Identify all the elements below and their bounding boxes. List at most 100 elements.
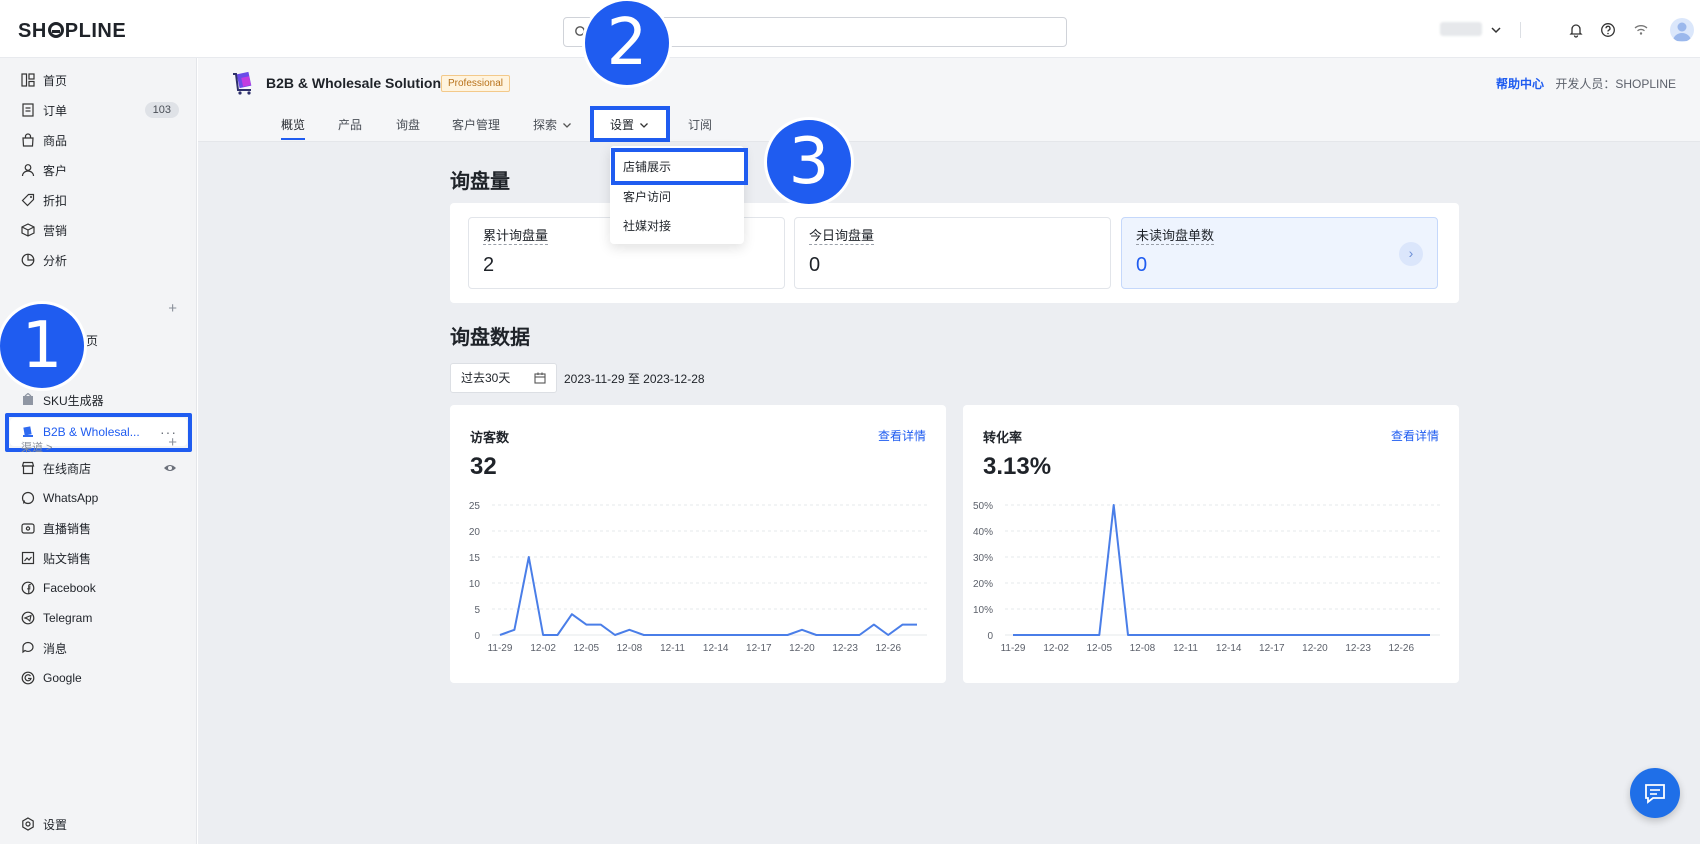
x-tick-label: 12-20 bbox=[1302, 643, 1328, 654]
stat-card-unread[interactable]: 未读询盘单数 0 › bbox=[1121, 217, 1438, 289]
tab-overview[interactable]: 概览 bbox=[281, 116, 305, 133]
sidebar-item-sku-generator[interactable]: SKU生成器 bbox=[0, 386, 197, 414]
main-content: B2B & Wholesale Solution Professional 帮助… bbox=[198, 58, 1700, 844]
x-tick-label: 12-02 bbox=[530, 643, 556, 654]
chevron-down-icon bbox=[640, 123, 648, 128]
sidebar-item-discounts[interactable]: 折扣 bbox=[0, 186, 197, 214]
view-details-link[interactable]: 查看详情 bbox=[878, 427, 926, 444]
x-tick-label: 12-23 bbox=[1345, 643, 1371, 654]
live-icon bbox=[21, 523, 35, 534]
inquiry-data-heading: 询盘数据 bbox=[450, 327, 530, 349]
app-title: B2B & Wholesale Solution bbox=[266, 75, 442, 91]
sidebar-item-facebook[interactable]: Facebook bbox=[0, 574, 197, 602]
conversion-chart-card: 转化率 查看详情 3.13% 50% 40% 30% 20% 10% 0 11-29 12-0… bbox=[963, 405, 1459, 683]
x-tick-label: 12-11 bbox=[660, 643, 685, 654]
x-tick-label: 12-26 bbox=[1388, 643, 1414, 654]
sidebar-item-customers[interactable]: 客户 bbox=[0, 156, 197, 184]
sidebar-item-live-selling[interactable]: 直播销售 bbox=[0, 514, 197, 542]
active-tab-indicator bbox=[281, 138, 305, 140]
x-tick-label: 11-29 bbox=[1001, 643, 1026, 654]
tab-customer-management[interactable]: 客户管理 bbox=[452, 116, 500, 133]
sidebar-item-label: SKU生成器 bbox=[43, 393, 104, 408]
sidebar-item-label: 直播销售 bbox=[43, 521, 92, 536]
google-icon bbox=[21, 671, 35, 685]
series-line bbox=[499, 556, 917, 636]
view-details-link[interactable]: 查看详情 bbox=[1391, 427, 1439, 444]
calendar-icon bbox=[534, 372, 546, 384]
tab-subscription[interactable]: 订阅 bbox=[688, 116, 712, 133]
step-callout-1: 1 bbox=[0, 301, 87, 391]
sidebar-item-home[interactable]: 首页 bbox=[0, 66, 197, 94]
chart-title: 访客数 bbox=[470, 430, 510, 445]
sidebar-item-label: WhatsApp bbox=[43, 491, 99, 505]
tab-products[interactable]: 产品 bbox=[338, 116, 362, 133]
x-tick-label: 12-17 bbox=[1259, 643, 1285, 654]
sidebar: 首页 订单 103 商品 客户 折扣 营销 分析 + 页 SKU生成器 B2B … bbox=[0, 58, 197, 844]
sidebar-item-whatsapp[interactable]: WhatsApp bbox=[0, 484, 197, 512]
facebook-icon bbox=[21, 581, 35, 595]
y-tick-label: 0 bbox=[474, 631, 480, 642]
tag-icon bbox=[21, 193, 35, 207]
sidebar-item-label: 首页 bbox=[43, 73, 68, 88]
sidebar-item-label: Google bbox=[43, 671, 82, 685]
x-tick-label: 12-08 bbox=[617, 643, 643, 654]
sidebar-item-label: Telegram bbox=[43, 611, 93, 625]
step-callout-3: 3 bbox=[764, 117, 854, 207]
sidebar-item-products[interactable]: 商品 bbox=[0, 126, 197, 154]
avatar[interactable] bbox=[1670, 18, 1694, 42]
tab-label: 设置 bbox=[610, 118, 635, 132]
sidebar-item-label: Facebook bbox=[43, 581, 96, 595]
chevron-down-icon bbox=[563, 123, 571, 128]
store-icon bbox=[21, 461, 35, 475]
sidebar-item-marketing[interactable]: 营销 bbox=[0, 216, 197, 244]
add-channel-icon[interactable]: + bbox=[168, 434, 177, 451]
channels-heading[interactable]: 渠道 > bbox=[21, 439, 52, 455]
menu-item-customer-access[interactable]: 客户访问 bbox=[610, 183, 744, 211]
y-tick-label: 20% bbox=[973, 579, 993, 590]
sidebar-item-label: 消息 bbox=[43, 641, 68, 656]
plan-badge: Professional bbox=[441, 75, 511, 92]
help-icon[interactable] bbox=[1600, 22, 1616, 38]
sku-generator-icon bbox=[23, 393, 33, 405]
sidebar-item-post-selling[interactable]: 贴文销售 bbox=[0, 544, 197, 572]
sidebar-item-online-store[interactable]: 在线商店 bbox=[0, 454, 197, 482]
sidebar-item-analytics[interactable]: 分析 bbox=[0, 246, 197, 274]
help-center-link[interactable]: 帮助中心 bbox=[1496, 75, 1544, 92]
eye-icon[interactable] bbox=[163, 462, 177, 474]
x-tick-label: 12-05 bbox=[1086, 643, 1112, 654]
chart-total: 32 bbox=[470, 453, 497, 480]
chevron-down-icon[interactable] bbox=[1490, 24, 1502, 36]
sidebar-item-settings[interactable]: 设置 bbox=[0, 810, 197, 838]
conversion-line-chart: 50% 40% 30% 20% 10% 0 11-29 12-02 12-05 12-08 12-1… bbox=[973, 501, 1440, 654]
stat-value: 0 bbox=[809, 254, 821, 276]
tab-inquiries[interactable]: 询盘 bbox=[396, 116, 420, 133]
stat-label: 累计询盘量 bbox=[483, 228, 549, 245]
chat-support-button[interactable] bbox=[1630, 768, 1680, 818]
b2b-app-icon bbox=[23, 426, 33, 437]
step-callout-2: 2 bbox=[582, 0, 672, 88]
gear-icon bbox=[22, 817, 34, 831]
y-tick-label: 25 bbox=[469, 501, 481, 512]
store-selector[interactable] bbox=[1440, 22, 1482, 36]
order-count-badge: 103 bbox=[144, 102, 179, 118]
x-tick-label: 12-20 bbox=[789, 643, 815, 654]
tab-explore[interactable]: 探索 bbox=[533, 116, 572, 133]
y-tick-label: 50% bbox=[973, 501, 993, 512]
x-tick-label: 12-26 bbox=[875, 643, 901, 654]
sidebar-item-google[interactable]: Google bbox=[0, 664, 197, 692]
bell-icon[interactable] bbox=[1568, 22, 1584, 38]
y-tick-label: 10% bbox=[973, 605, 993, 616]
wifi-icon[interactable] bbox=[1633, 22, 1649, 38]
sidebar-item-messages[interactable]: 消息 bbox=[0, 634, 197, 662]
date-range-select[interactable]: 过去30天 bbox=[450, 363, 557, 393]
add-app-icon[interactable]: + bbox=[168, 300, 177, 317]
tab-settings[interactable]: 设置 bbox=[610, 116, 649, 133]
sidebar-item-orders[interactable]: 订单 103 bbox=[0, 96, 197, 124]
sidebar-item-telegram[interactable]: Telegram bbox=[0, 604, 197, 632]
user-avatar-icon bbox=[1673, 22, 1691, 41]
shopline-logo[interactable]: SH PLINE bbox=[18, 20, 126, 43]
chevron-right-icon[interactable]: › bbox=[1399, 242, 1423, 266]
stat-label: 未读询盘单数 bbox=[1136, 228, 1215, 245]
highlight-box-store-display bbox=[611, 148, 748, 185]
menu-item-social-integration[interactable]: 社媒对接 bbox=[610, 212, 744, 240]
